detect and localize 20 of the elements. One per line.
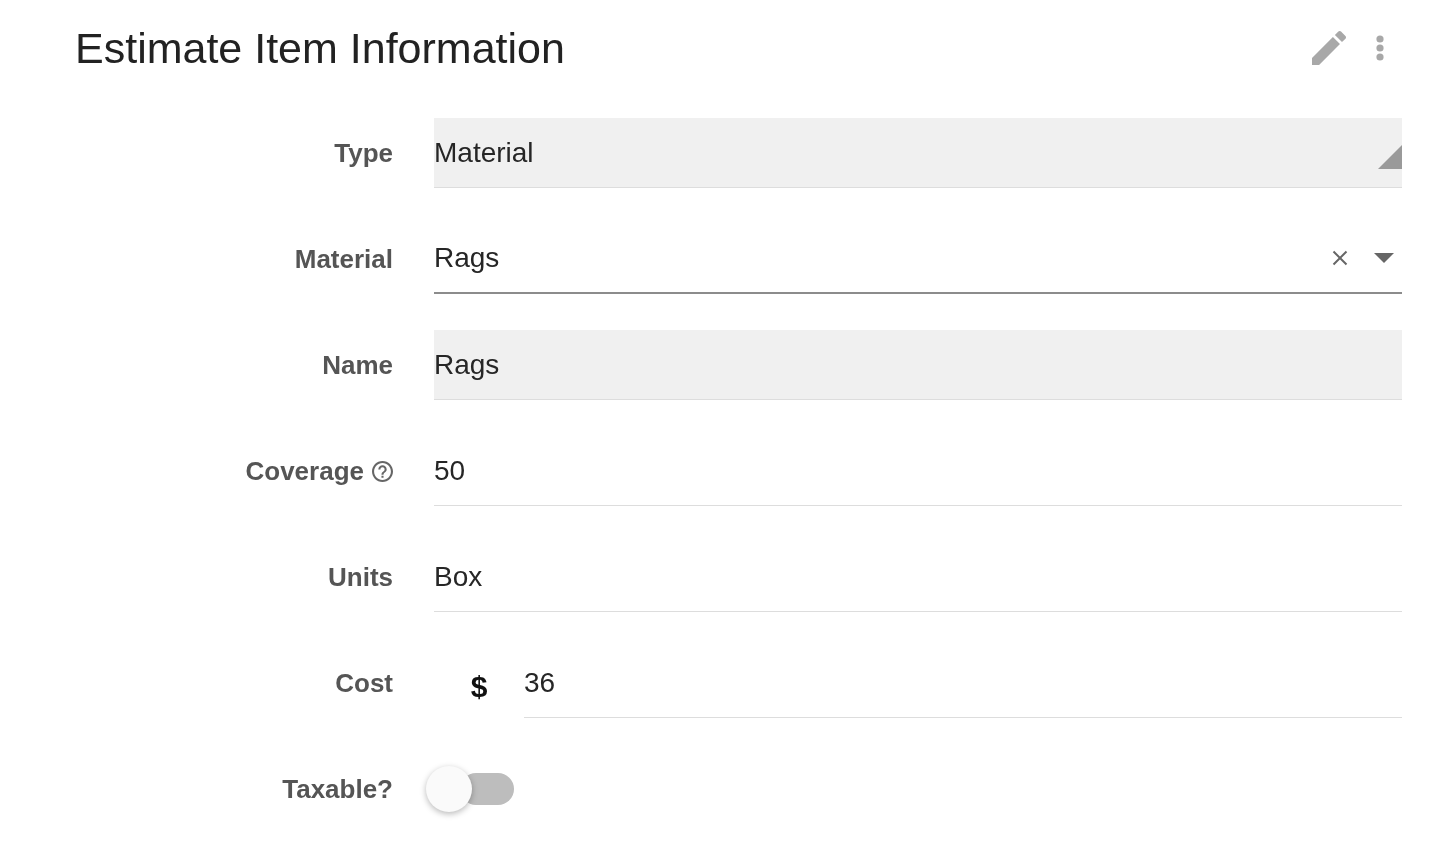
field-label: Type	[334, 137, 393, 169]
toggle-switch[interactable]	[426, 766, 514, 812]
dropdown-triangle-icon	[1378, 145, 1402, 169]
field-label: Cost	[335, 667, 393, 699]
autocomplete-field[interactable]: Rags	[434, 224, 1402, 294]
field-label: Material	[294, 243, 393, 275]
type-select[interactable]: Material	[434, 118, 1402, 188]
input-field[interactable]: 50	[434, 436, 1402, 506]
field-label: Taxable?	[282, 773, 393, 805]
help-icon[interactable]	[372, 460, 393, 482]
field-label: Units	[328, 561, 393, 593]
currency-symbol: $	[470, 669, 488, 704]
field-label: Name	[322, 349, 393, 381]
section-title: Estimate Item Information	[75, 23, 565, 73]
input-field[interactable]: Rags	[434, 330, 1402, 400]
caret-down-icon[interactable]	[1374, 253, 1394, 263]
input-field[interactable]: 36	[524, 648, 1402, 718]
clear-icon[interactable]	[1332, 250, 1348, 266]
input-field[interactable]: Box	[434, 542, 1402, 612]
field-label: Coverage	[245, 455, 364, 487]
